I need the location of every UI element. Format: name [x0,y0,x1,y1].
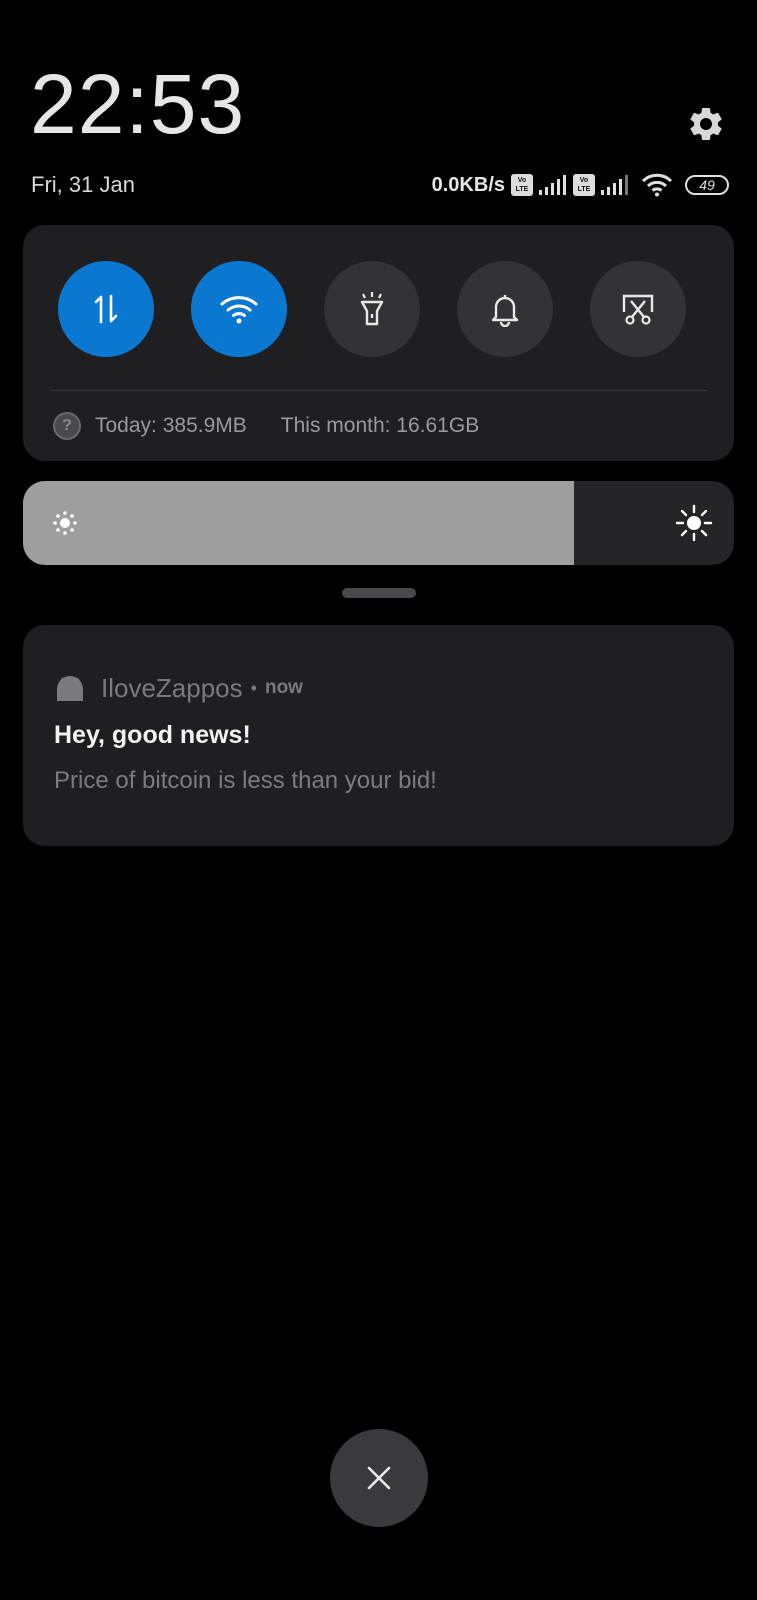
android-icon [57,676,83,701]
notification-time: now [264,677,303,698]
volte-icon: Vo LTE [511,174,533,196]
help-icon: ? [53,412,81,440]
app-name: IloveZappos [101,672,243,703]
clear-notifications-button[interactable] [330,1429,428,1527]
notification-card[interactable]: IloveZappos • now Hey, good news! Price … [23,625,734,846]
sound-toggle[interactable] [457,261,553,357]
brightness-high-icon [675,504,713,542]
notification-header: IloveZappos • now [55,671,303,705]
battery-icon: 49 [685,175,729,195]
gear-icon[interactable] [686,104,726,144]
network-speed: 0.0KB/s [431,173,505,196]
screenshot-toggle[interactable] [590,261,686,357]
wifi-icon [220,296,258,324]
status-bar: 0.0KB/s Vo LTE Vo LTE 49 [432,170,729,200]
signal-icon [601,175,628,195]
notification-body: Price of bitcoin is less than your bid! [54,767,437,794]
separator: • [250,677,257,698]
usage-today: Today: 385.9MB [95,414,247,437]
flashlight-icon [360,292,384,326]
clock[interactable]: 22:53 [30,62,245,146]
drag-handle[interactable] [342,588,416,598]
date[interactable]: Fri, 31 Jan [31,172,135,198]
volte-icon: Vo LTE [573,174,595,196]
brightness-slider[interactable] [23,481,734,565]
flashlight-toggle[interactable] [324,261,420,357]
quick-settings-panel: ? Today: 385.9MB This month: 16.61GB [23,225,734,461]
brightness-level[interactable] [23,481,575,565]
divider [50,390,707,391]
data-usage[interactable]: ? Today: 385.9MB This month: 16.61GB [53,410,479,442]
signal-icon [539,175,566,195]
mobile-data-toggle[interactable] [58,261,154,357]
bell-icon [491,295,519,327]
wifi-toggle[interactable] [191,261,287,357]
data-transfer-icon [94,294,118,324]
usage-month: This month: 16.61GB [280,414,480,437]
notification-shade: 22:53 Fri, 31 Jan 0.0KB/s VoLTE VoLTE [0,0,757,1600]
wifi-icon [641,173,673,197]
notification-title: Hey, good news! [54,721,251,749]
brightness-low-icon [53,511,77,535]
close-icon [367,1466,391,1490]
screenshot-icon [622,294,654,325]
